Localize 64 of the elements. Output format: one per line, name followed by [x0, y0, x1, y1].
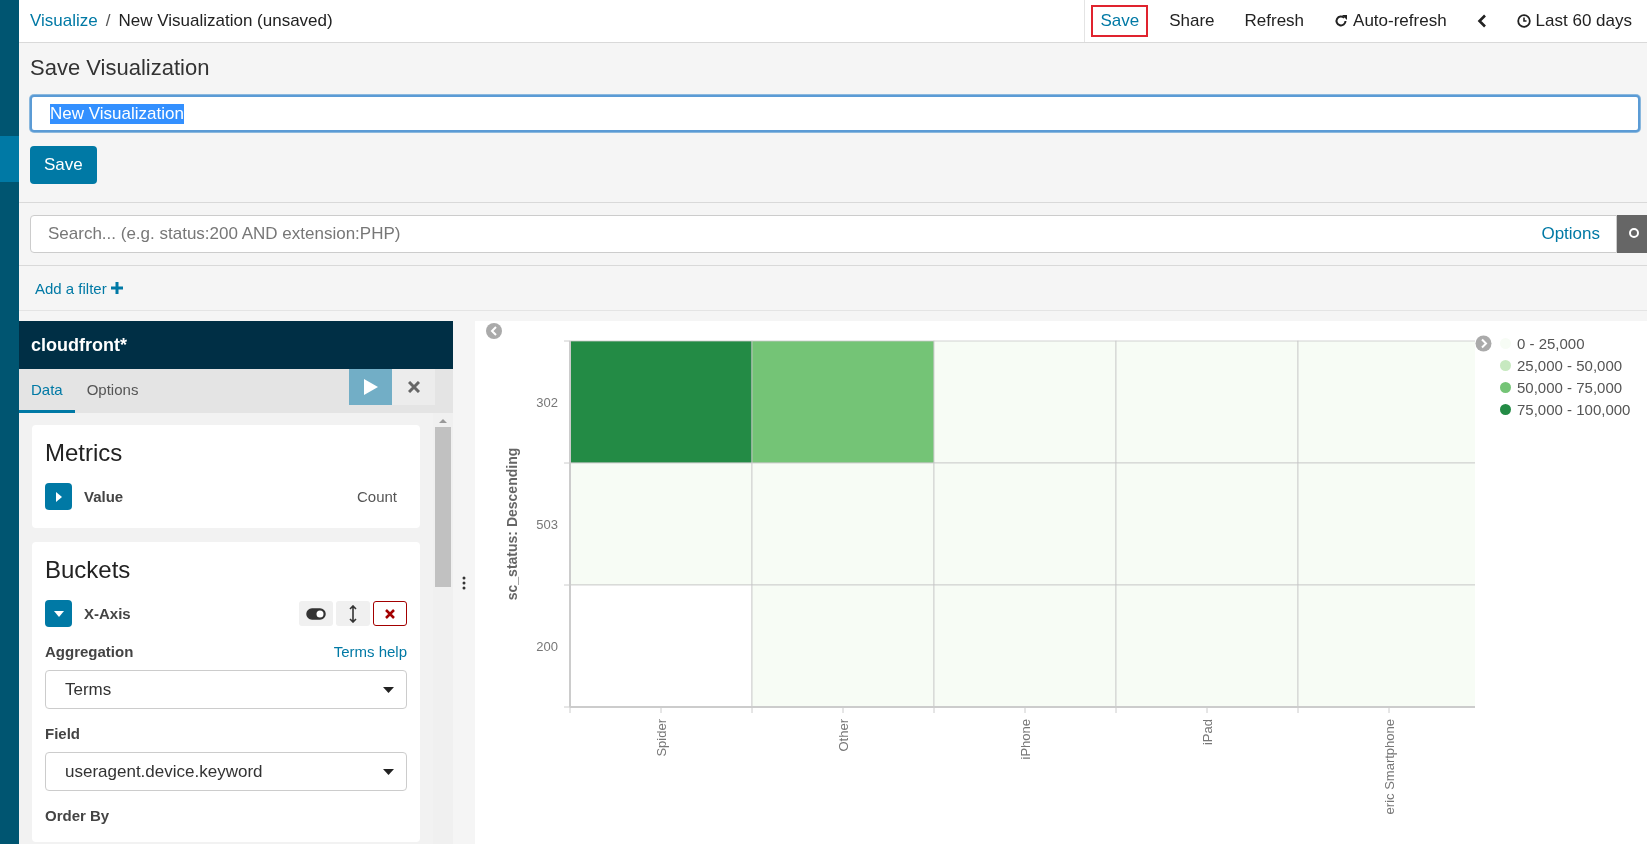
scroll-up-icon[interactable] — [438, 417, 448, 425]
remove-button[interactable] — [373, 601, 407, 626]
x-tick-label: eric Smartphone — [1382, 719, 1397, 815]
x-tick-label: iPhone — [1018, 719, 1033, 760]
close-icon — [385, 608, 395, 619]
up-down-arrow-icon — [349, 604, 357, 623]
options-link[interactable]: Options — [1541, 224, 1600, 244]
tab[interactable]: Options — [74, 369, 151, 413]
expand-button[interactable] — [45, 600, 72, 627]
aggregation-select[interactable]: Terms — [45, 670, 407, 709]
resize-handle-icon[interactable] — [462, 575, 466, 590]
add-filter-link[interactable]: Add a filter — [35, 279, 107, 297]
legend-toggle-icon[interactable] — [1475, 335, 1492, 352]
field-label: Field — [45, 725, 80, 742]
index-pattern-title: cloudfront* — [19, 321, 453, 369]
caret-icon — [54, 490, 63, 503]
toggle-button[interactable] — [299, 601, 333, 626]
toggle-icon — [306, 607, 326, 620]
refresh-icon — [1334, 14, 1349, 28]
legend-label: 25,000 - 50,000 — [1517, 357, 1623, 374]
y-tick-label: 503 — [536, 517, 558, 532]
y-tick-label: 200 — [536, 639, 558, 654]
section-title: Metrics — [45, 439, 124, 467]
field-select[interactable]: useragent.device.keyword — [45, 752, 407, 791]
breadcrumb-link[interactable]: Visualize — [30, 11, 98, 31]
chevron-left-icon — [1476, 14, 1487, 28]
bucket-label: X-Axis — [84, 605, 131, 622]
time-range-button[interactable]: Last 60 days — [1507, 5, 1641, 37]
save-button[interactable]: Save — [30, 146, 97, 184]
metric-label: Value — [84, 488, 124, 505]
page-title: New Visualization (unsaved) — [118, 11, 333, 31]
metric-type: Count — [356, 488, 397, 505]
legend-label: 75,000 - 100,000 — [1517, 401, 1631, 418]
legend-label: 0 - 25,000 — [1517, 335, 1585, 352]
caret-icon — [52, 609, 65, 618]
play-icon — [362, 378, 379, 396]
legend-label: 50,000 - 75,000 — [1517, 379, 1623, 396]
menu-item[interactable]: Refresh — [1235, 5, 1314, 37]
move-button[interactable] — [336, 601, 370, 626]
caret-icon — [383, 768, 394, 775]
search-button[interactable] — [1617, 215, 1647, 253]
name-field[interactable]: New Visualization — [30, 95, 1640, 132]
close-icon — [407, 381, 420, 393]
plus-icon[interactable] — [110, 282, 123, 294]
auto-refresh-button[interactable]: Auto-refresh — [1325, 5, 1456, 37]
menu-item[interactable]: Share — [1160, 5, 1224, 37]
expand-button[interactable] — [45, 483, 72, 510]
caret-icon — [383, 686, 394, 693]
search-field[interactable]: Search... (e.g. status:200 AND extension:PHP) Options — [30, 215, 1617, 253]
breadcrumb-separator: / — [105, 11, 111, 31]
x-tick-label: Spider — [654, 719, 669, 757]
save-title: Save Visualization — [30, 55, 211, 81]
tab[interactable]: Data — [19, 369, 75, 413]
help-link[interactable]: Terms help — [333, 643, 407, 660]
menu-item[interactable]: Save — [1091, 5, 1149, 37]
field-label: Aggregation — [45, 643, 134, 660]
section-title: Buckets — [45, 556, 132, 584]
clock-icon — [1516, 14, 1531, 28]
field-label: Order By — [45, 807, 110, 824]
x-tick-label: Other — [836, 719, 851, 752]
y-tick-label: 302 — [536, 395, 558, 410]
close-button[interactable] — [392, 369, 435, 405]
axis-title: sc_status: Descending — [504, 447, 520, 601]
x-tick-label: iPad — [1200, 719, 1215, 746]
